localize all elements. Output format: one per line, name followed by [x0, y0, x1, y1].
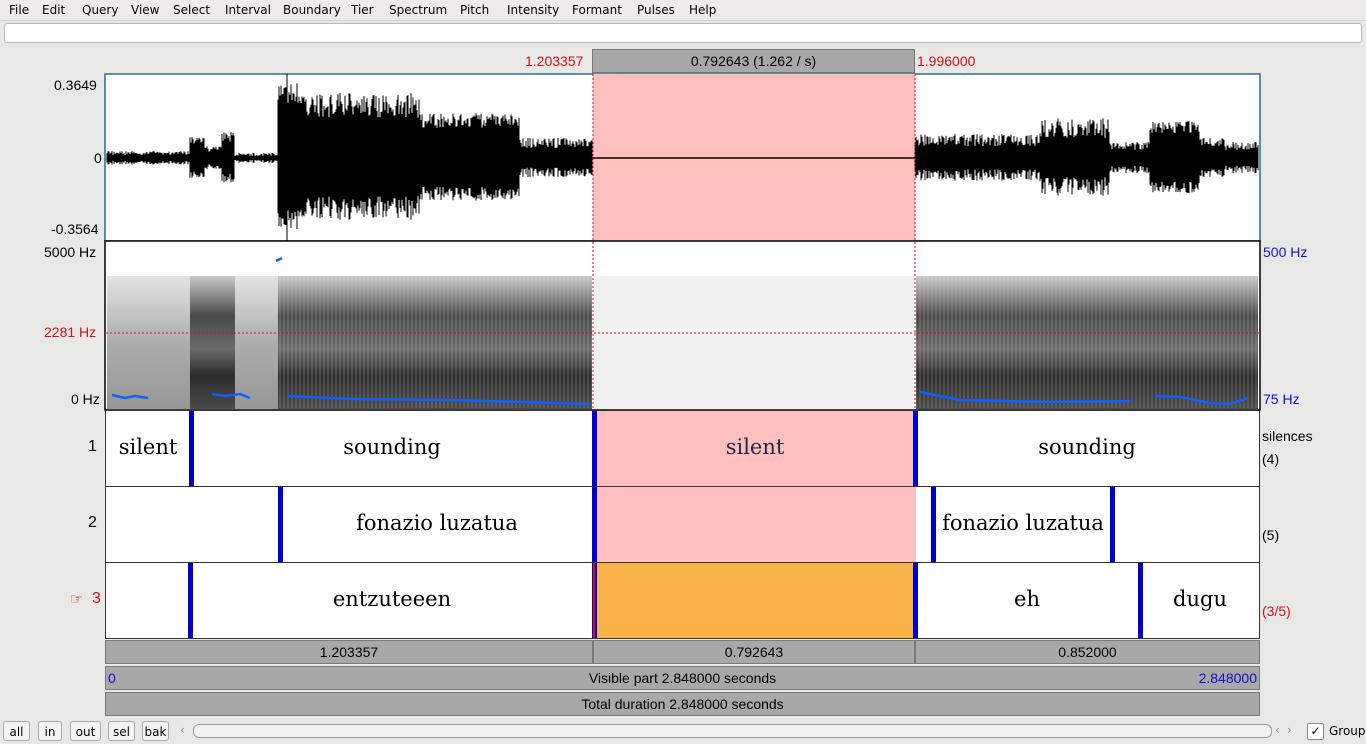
- tier-1-number: 1: [88, 438, 97, 456]
- group-label: Group: [1329, 724, 1366, 738]
- tier-2-interval-label: fonazio luzatua: [356, 511, 518, 535]
- tier-3-boundary[interactable]: [1138, 563, 1143, 638]
- tier-2-selected-interval[interactable]: [594, 487, 916, 562]
- duration-left-bar[interactable]: 1.203357: [105, 640, 593, 664]
- tier-1-interval-label: silent: [119, 435, 178, 459]
- zoom-out-button[interactable]: out: [70, 721, 101, 741]
- spectrogram-region: [235, 276, 278, 409]
- visible-part-label: Visible part 2.848000 seconds: [589, 670, 776, 686]
- tier-3-boundary[interactable]: [913, 563, 918, 638]
- visible-end-label: 2.848000: [1199, 667, 1257, 689]
- tier-2-interval-label: fonazio luzatua: [942, 511, 1104, 535]
- spectrogram-region: [594, 276, 914, 409]
- tier-1[interactable]: silent sounding silent sounding: [105, 410, 1260, 487]
- tier-2-boundary[interactable]: [592, 487, 597, 562]
- tier-2-boundary[interactable]: [1110, 487, 1115, 562]
- duration-right-bar[interactable]: 0.852000: [915, 640, 1260, 664]
- tier-3-interval-label: dugu: [1173, 587, 1227, 611]
- tier-1-boundary[interactable]: [592, 411, 597, 486]
- tier-1-interval-label: silent: [726, 435, 785, 459]
- tier-1-count: (4): [1262, 451, 1279, 467]
- tier-1-boundary[interactable]: [913, 411, 918, 486]
- active-tier-pointer-icon: ☞: [70, 590, 83, 608]
- tier-3-boundary[interactable]: [188, 563, 193, 638]
- total-duration-bar[interactable]: Total duration 2.848000 seconds: [105, 692, 1260, 716]
- scroll-left-icon[interactable]: ‹: [180, 723, 185, 737]
- tier-1-name: silences: [1262, 428, 1313, 444]
- spectrogram-region: [190, 276, 235, 409]
- spectrogram-region: [107, 276, 190, 409]
- tier-1-interval-label: sounding: [1038, 435, 1136, 459]
- tier-3-selection-edge: [593, 563, 595, 638]
- tier-2-boundary[interactable]: [278, 487, 283, 562]
- tier-2-boundary[interactable]: [931, 487, 936, 562]
- visible-part-bar[interactable]: 0 Visible part 2.848000 seconds 2.848000: [105, 666, 1260, 690]
- tier-2-number: 2: [88, 514, 97, 532]
- spectrogram-region: [916, 276, 1145, 409]
- horizontal-scrollbar[interactable]: [193, 724, 1272, 738]
- spectrogram-region: [1145, 276, 1258, 409]
- tier-3-number: 3: [92, 590, 101, 608]
- tier-3[interactable]: entzuteeen eh dugu: [105, 562, 1260, 639]
- tier-3-interval-label: entzuteeen: [333, 587, 451, 611]
- tier-3-selected-interval[interactable]: [592, 563, 914, 638]
- visible-start-label: 0: [108, 667, 116, 689]
- zoom-all-button[interactable]: all: [3, 721, 30, 741]
- tier-2[interactable]: fonazio luzatua fonazio luzatua: [105, 486, 1260, 563]
- zoom-selection-button[interactable]: sel: [108, 721, 135, 741]
- scroll-right-arrow-icon[interactable]: ›: [1287, 723, 1292, 737]
- tier-3-interval-label: eh: [1014, 587, 1040, 611]
- spectrogram-image: [107, 276, 1258, 409]
- group-checkbox[interactable]: ✓: [1307, 723, 1324, 740]
- zoom-in-button[interactable]: in: [38, 721, 62, 741]
- tier-2-count: (5): [1262, 527, 1279, 543]
- tier-1-boundary[interactable]: [189, 411, 194, 486]
- scroll-left-arrow-icon[interactable]: ‹: [1275, 723, 1280, 737]
- duration-selected-bar[interactable]: 0.792643: [593, 640, 915, 664]
- zoom-back-button[interactable]: bak: [142, 721, 169, 741]
- tier-3-count: (3/5): [1262, 603, 1291, 619]
- spectrogram-region: [278, 276, 592, 409]
- tier-1-interval-label: sounding: [343, 435, 441, 459]
